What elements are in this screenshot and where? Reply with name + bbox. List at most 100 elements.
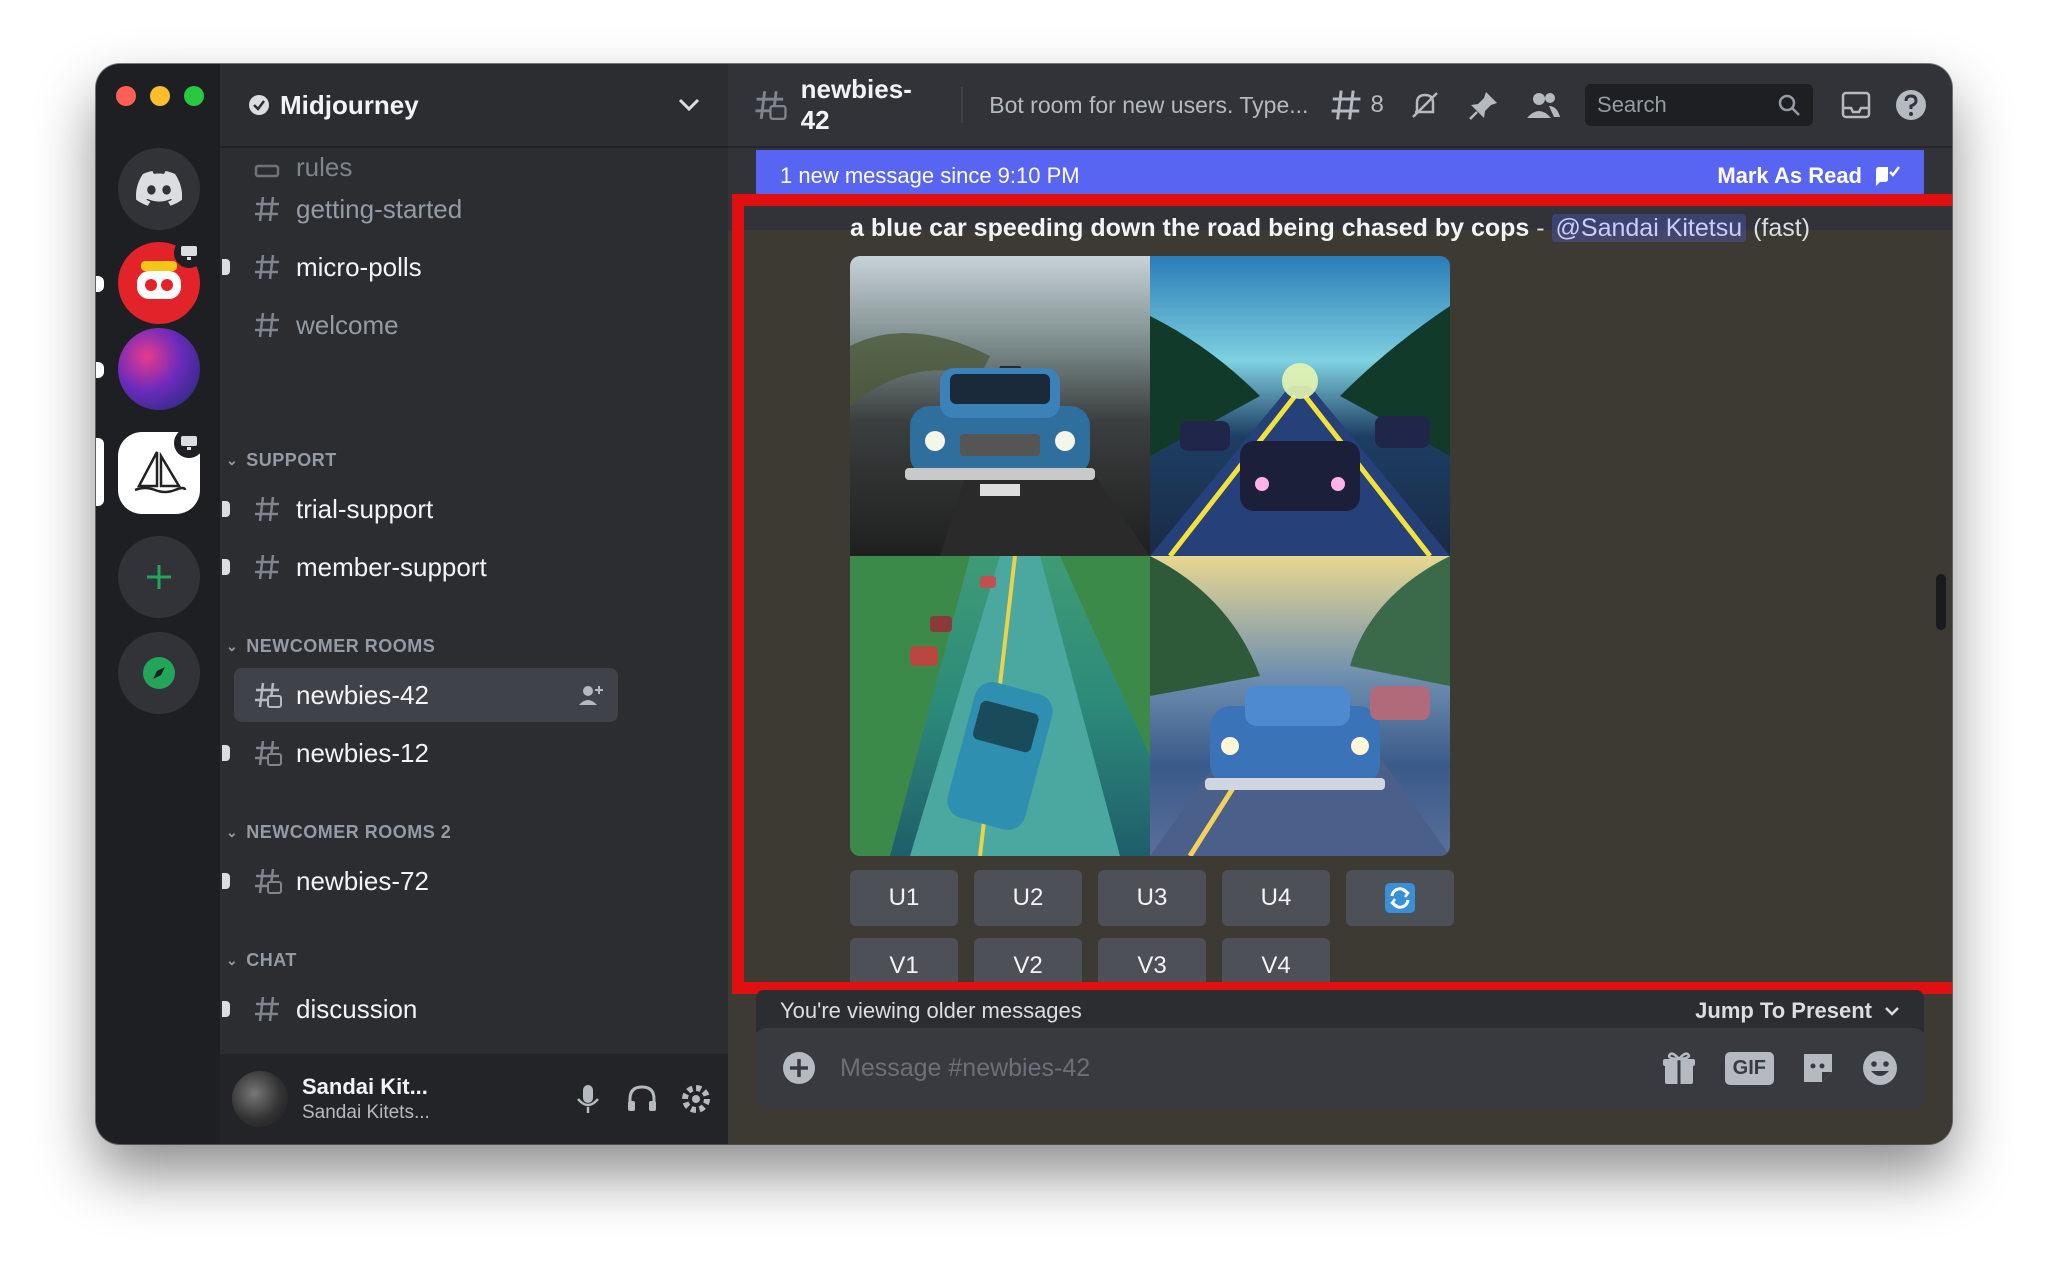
search-icon — [1778, 94, 1800, 116]
category-label: CHAT — [246, 950, 297, 970]
add-member-icon[interactable] — [578, 684, 604, 706]
unread-indicator — [96, 362, 104, 378]
older-messages-text: You're viewing older messages — [780, 998, 1082, 1023]
maximize-window-button[interactable] — [184, 86, 204, 106]
add-server-button[interactable] — [118, 536, 200, 618]
channel-discussion[interactable]: discussion — [222, 982, 618, 1036]
hash-icon — [255, 996, 279, 1022]
image-grid[interactable] — [850, 256, 1450, 856]
guild-name: Midjourney — [280, 89, 419, 120]
prompt-separator: - — [1529, 214, 1552, 242]
category-label: NEWCOMER ROOMS — [246, 636, 436, 656]
help-icon[interactable] — [1893, 87, 1928, 123]
channel-trial-support[interactable]: trial-support — [222, 482, 618, 536]
server-midjourney[interactable] — [118, 428, 204, 514]
variation-button-4[interactable]: V4 — [1222, 938, 1330, 994]
user-mention[interactable]: @Sandai Kitetsu — [1551, 214, 1747, 242]
older-messages-bar: You're viewing older messages Jump To Pr… — [756, 990, 1924, 1032]
category-label: SUPPORT — [246, 450, 337, 470]
threads-button[interactable]: 8 — [1328, 87, 1384, 123]
jump-to-present-button[interactable]: Jump To Present — [1695, 998, 1900, 1024]
variation-button-1[interactable]: V1 — [850, 938, 958, 994]
monitor-icon — [181, 246, 197, 260]
gift-icon[interactable] — [1659, 1048, 1699, 1088]
upscale-button-1[interactable]: U1 — [850, 870, 958, 926]
home-button[interactable] — [118, 148, 200, 230]
generation-message: a blue car speeding down the road being … — [850, 214, 1810, 243]
channel-label: newbies-12 — [296, 737, 429, 768]
close-window-button[interactable] — [116, 86, 136, 106]
upscale-button-2[interactable]: U2 — [974, 870, 1082, 926]
unread-indicator — [222, 745, 230, 761]
server-robot-avatar[interactable] — [118, 238, 204, 324]
message-composer: Message #newbies-42 GIF — [756, 1028, 1924, 1108]
channel-getting-started[interactable]: getting-started — [234, 182, 618, 236]
search-placeholder: Search — [1597, 92, 1667, 117]
category-chat[interactable]: ⌄ CHAT — [226, 950, 297, 971]
guild-header[interactable]: Midjourney — [220, 64, 728, 148]
channel-member-support[interactable]: member-support — [222, 540, 618, 594]
gear-icon[interactable] — [676, 1079, 716, 1119]
category-label: NEWCOMER ROOMS 2 — [246, 822, 452, 842]
upscale-button-3[interactable]: U3 — [1098, 870, 1206, 926]
hash-icon — [255, 312, 279, 338]
generated-image-1[interactable] — [850, 256, 1150, 556]
channel-philosophy[interactable]: philosophy — [234, 1040, 618, 1053]
unread-indicator — [222, 559, 230, 575]
channel-newbies-42[interactable]: newbies-42 — [234, 668, 618, 722]
variation-button-3[interactable]: V3 — [1098, 938, 1206, 994]
upscale-button-4[interactable]: U4 — [1222, 870, 1330, 926]
generated-image-4[interactable] — [1150, 556, 1450, 856]
unread-indicator — [96, 276, 104, 292]
category-newcomer-rooms[interactable]: ⌄ NEWCOMER ROOMS — [226, 636, 435, 657]
pin-icon[interactable] — [1466, 87, 1501, 123]
server-rail — [96, 64, 220, 1144]
channel-newbies-72[interactable]: newbies-72 — [222, 854, 618, 908]
server-art-avatar[interactable] — [118, 328, 200, 410]
user-avatar[interactable] — [232, 1071, 288, 1127]
reroll-button[interactable] — [1346, 870, 1454, 926]
microphone-icon[interactable] — [568, 1079, 608, 1119]
channel-label: philosophy — [296, 1052, 420, 1053]
emoji-icon[interactable] — [1860, 1048, 1900, 1088]
generated-image-2[interactable] — [1150, 256, 1450, 556]
discord-window: Midjourney rules getting-started micro-p… — [96, 64, 1952, 1144]
new-messages-bar[interactable]: 1 new message since 9:10 PM Mark As Read — [756, 150, 1924, 202]
main-pane: newbies-42 Bot room for new users. Type.… — [728, 64, 1952, 1144]
category-support[interactable]: ⌄ SUPPORT — [226, 450, 337, 471]
channel-newbies-12[interactable]: newbies-12 — [222, 726, 618, 780]
search-input[interactable]: Search — [1585, 84, 1813, 126]
channel-label: welcome — [296, 309, 399, 340]
variation-button-2[interactable]: V2 — [974, 938, 1082, 994]
sticker-icon[interactable] — [1798, 1048, 1838, 1088]
message-input[interactable]: Message #newbies-42 — [840, 1054, 1659, 1083]
user-info[interactable]: Sandai Kit... Sandai Kitets... — [302, 1074, 568, 1124]
minimize-window-button[interactable] — [150, 86, 170, 106]
threads-icon — [1332, 90, 1361, 120]
jump-to-present-label: Jump To Present — [1695, 998, 1872, 1023]
discord-logo-icon — [136, 171, 182, 206]
headphones-icon[interactable] — [622, 1079, 662, 1119]
rules-book-icon — [254, 164, 280, 178]
mark-as-read-button[interactable]: Mark As Read — [1717, 163, 1900, 189]
add-attachment-icon[interactable] — [780, 1049, 818, 1087]
chevron-down-icon[interactable] — [678, 98, 700, 112]
channel-welcome[interactable]: welcome — [234, 298, 618, 352]
inbox-icon[interactable] — [1839, 87, 1874, 123]
members-list-icon[interactable] — [1525, 87, 1561, 123]
unread-indicator — [222, 873, 230, 889]
channel-topic[interactable]: Bot room for new users. Type... — [989, 92, 1308, 119]
hash-icon — [255, 554, 279, 580]
generation-mode: (fast) — [1746, 214, 1811, 242]
scrollbar[interactable] — [1936, 574, 1946, 630]
channel-micro-polls[interactable]: micro-polls — [222, 240, 618, 294]
notifications-muted-icon[interactable] — [1408, 87, 1443, 123]
generated-image-3[interactable] — [850, 556, 1150, 856]
car-illustration-icon — [1150, 306, 1450, 556]
unread-indicator — [222, 1001, 230, 1017]
category-newcomer-rooms-2[interactable]: ⌄ NEWCOMER ROOMS 2 — [226, 822, 451, 843]
explore-servers-button[interactable] — [118, 632, 200, 714]
chevron-down-icon: ⌄ — [226, 952, 239, 968]
prompt-text: a blue car speeding down the road being … — [850, 214, 1530, 242]
gif-button[interactable]: GIF — [1724, 1051, 1774, 1085]
